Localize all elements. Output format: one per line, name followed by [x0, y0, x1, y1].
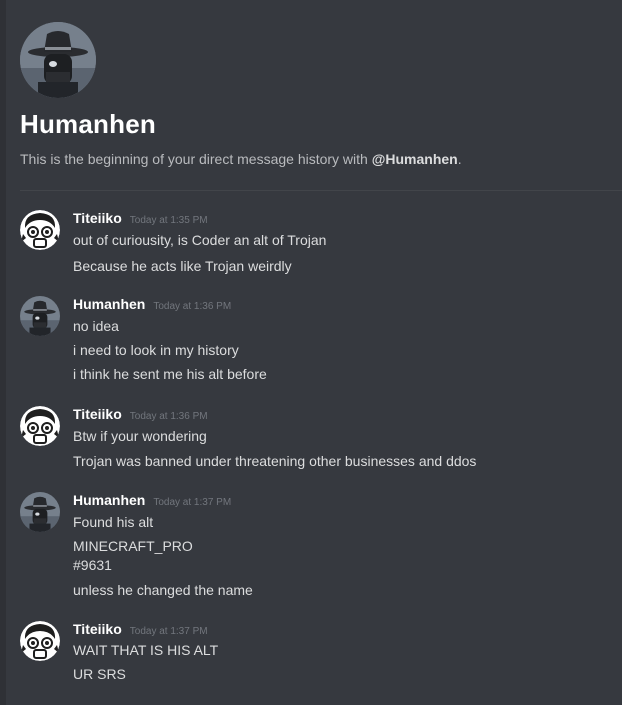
message-timestamp: Today at 1:35 PM: [129, 215, 208, 226]
message-timestamp: Today at 1:36 PM: [153, 301, 232, 312]
recipient-mention[interactable]: @Humanhen: [372, 151, 458, 167]
dm-intro-text: This is the beginning of your direct mes…: [20, 151, 462, 167]
message-text: WAIT THAT IS HIS ALT: [73, 642, 219, 658]
intro-suffix: .: [457, 151, 462, 167]
cowboy-avatar-icon: [20, 296, 60, 336]
message-header: Humanhen Today at 1:37 PM: [73, 492, 231, 510]
message-header: Titeiiko Today at 1:36 PM: [73, 406, 208, 424]
author-name[interactable]: Titeiiko: [73, 210, 122, 226]
message-text: UR SRS: [73, 666, 126, 682]
recipient-name: Humanhen: [20, 109, 156, 139]
author-avatar[interactable]: [20, 210, 60, 250]
message-header: Humanhen Today at 1:36 PM: [73, 296, 231, 314]
message-header: Titeiiko Today at 1:37 PM: [73, 621, 208, 639]
message-timestamp: Today at 1:36 PM: [129, 411, 208, 422]
message-text: Trojan was banned under threatening othe…: [73, 453, 477, 469]
author-name[interactable]: Titeiiko: [73, 406, 122, 422]
message-text: out of curiousity, is Coder an alt of Tr…: [73, 232, 327, 248]
author-avatar[interactable]: [20, 406, 60, 446]
message-text: unless he changed the name: [73, 582, 253, 598]
message-header: Titeiiko Today at 1:35 PM: [73, 210, 208, 228]
message-text: i need to look in my history: [73, 342, 239, 358]
message-timestamp: Today at 1:37 PM: [153, 497, 232, 508]
author-name[interactable]: Titeiiko: [73, 621, 122, 637]
message-text: MINECRAFT_PRO: [73, 538, 193, 554]
message-text: no idea: [73, 318, 119, 334]
author-avatar[interactable]: [20, 296, 60, 336]
message-text: Found his alt: [73, 514, 154, 530]
cartoon-face-avatar-icon: [20, 621, 60, 661]
message-timestamp: Today at 1:37 PM: [129, 626, 208, 637]
message-text: Btw if your wondering: [73, 428, 207, 444]
dm-channel-content: Humanhen This is the beginning of your d…: [0, 0, 622, 705]
recipient-avatar[interactable]: [20, 22, 96, 98]
author-name[interactable]: Humanhen: [73, 492, 145, 508]
message-text: Because he acts like Trojan weirdly: [73, 258, 292, 274]
cartoon-face-avatar-icon: [20, 210, 60, 250]
history-divider: [20, 190, 622, 191]
cowboy-avatar-icon: [20, 492, 60, 532]
intro-prefix: This is the beginning of your direct mes…: [20, 151, 372, 167]
cartoon-face-avatar-icon: [20, 406, 60, 446]
author-avatar[interactable]: [20, 492, 60, 532]
cowboy-avatar-icon: [20, 22, 96, 98]
author-name[interactable]: Humanhen: [73, 296, 145, 312]
message-text: #9631: [73, 557, 112, 573]
message-text: i think he sent me his alt before: [73, 366, 267, 382]
author-avatar[interactable]: [20, 621, 60, 661]
